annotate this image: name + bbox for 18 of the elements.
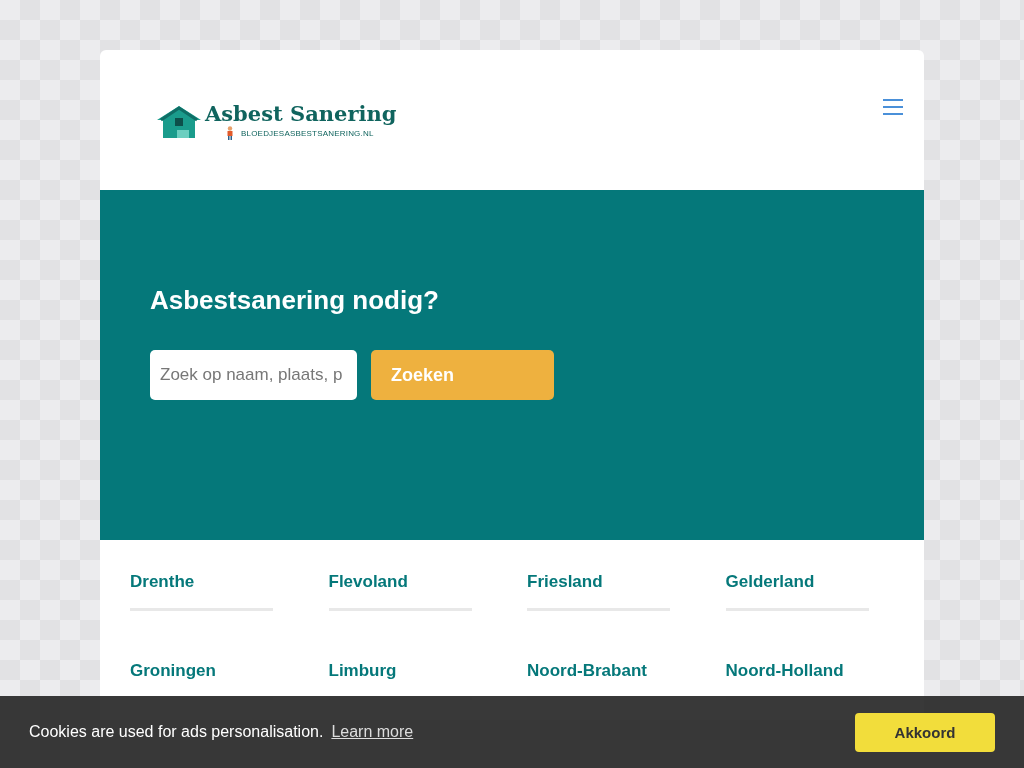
search-field[interactable]: Zoek op naam, plaats, p [150,350,357,400]
province-link[interactable]: Gelderland [725,572,924,592]
province-link[interactable]: Limburg [328,661,527,681]
province-link[interactable]: Friesland [527,572,726,592]
province-link[interactable]: Groningen [130,661,329,681]
learn-more-link[interactable]: Learn more [331,723,414,741]
cookie-text: Cookies are used for ads personalisation. [29,723,324,741]
hero-title: Asbestsanering nodig? [150,285,440,316]
logo-title: Asbest Sanering [205,102,397,126]
province-link[interactable]: Noord-Holland [725,661,924,681]
logo-subtitle: BLOEDJESASBESTSANERING.NL [241,128,374,138]
figure-icon [225,126,235,140]
province-link[interactable]: Drenthe [130,572,329,592]
accept-button[interactable]: Akkoord [855,712,995,752]
province-link[interactable]: Noord-Brabant [527,661,726,681]
province-link[interactable]: Flevoland [328,572,527,592]
menu-icon[interactable] [882,98,904,116]
house-icon [155,104,203,140]
